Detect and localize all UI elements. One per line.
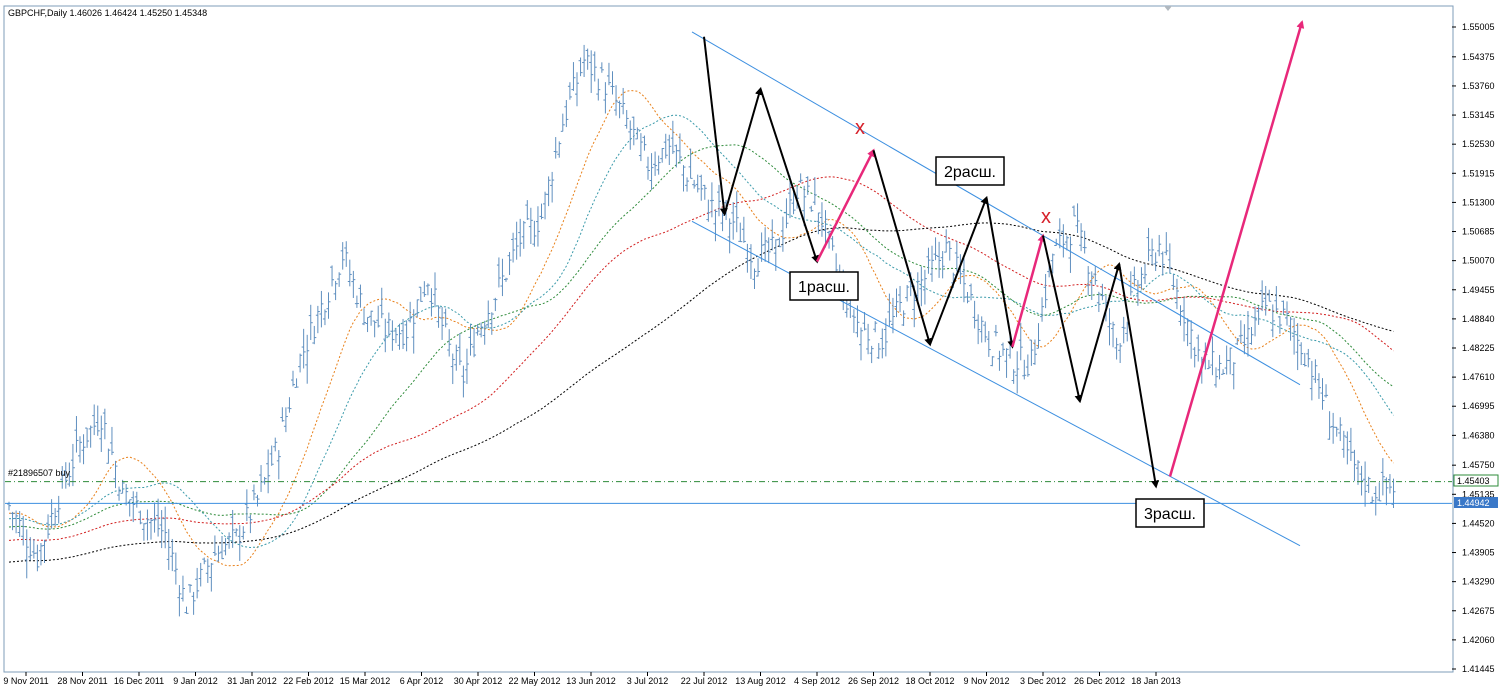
y-tick-label: 1.51915 (1462, 168, 1495, 178)
y-tick-label: 1.44520 (1462, 518, 1495, 528)
window-title: GBPCHF,Daily 1.46026 1.46424 1.45250 1.4… (8, 8, 207, 18)
x-tick-label: 22 May 2012 (508, 676, 560, 686)
x-tick-label: 22 Feb 2012 (283, 676, 334, 686)
y-tick-label: 1.46995 (1462, 401, 1495, 411)
price-chart[interactable]: 1.55005 1.54375 1.53760 1.53145 1.52530 1.519… (0, 0, 1500, 693)
y-tick-label: 1.45750 (1462, 460, 1495, 470)
cross-mark-2: x (1041, 206, 1051, 228)
y-tick-label: 1.50685 (1462, 227, 1495, 237)
x-tick-label: 9 Nov 2012 (963, 676, 1009, 686)
x-tick-label: 13 Aug 2012 (735, 676, 786, 686)
y-tick-label: 1.49455 (1462, 285, 1495, 295)
order-price-tag: 1.45403 (1453, 474, 1499, 487)
label-expansion-1-text: 1расш. (798, 279, 850, 296)
y-tick-label: 1.46380 (1462, 430, 1495, 440)
y-tick-label: 1.42060 (1462, 635, 1495, 645)
label-expansion-3[interactable]: 3расш. (1135, 498, 1205, 528)
x-tick-label: 16 Dec 2011 (114, 676, 164, 686)
x-tick-label: 6 Apr 2012 (400, 676, 444, 686)
x-tick-label: 3 Dec 2012 (1020, 676, 1066, 686)
label-expansion-1[interactable]: 1расш. (789, 271, 859, 301)
x-tick-label: 26 Sep 2012 (848, 676, 899, 686)
label-expansion-2[interactable]: 2расш. (935, 156, 1005, 186)
y-tick-label: 1.52530 (1462, 139, 1495, 149)
chart-window: 1.55005 1.54375 1.53760 1.53145 1.52530 1.519… (0, 0, 1500, 693)
label-expansion-2-text: 2расш. (944, 164, 996, 181)
order-label: #21896507 buy (8, 468, 71, 478)
x-tick-label: 13 Jun 2012 (566, 676, 616, 686)
y-tick-label: 1.53760 (1462, 81, 1495, 91)
cross-mark-1: x (855, 117, 865, 139)
y-tick-label: 1.55005 (1462, 22, 1495, 32)
x-tick-label: 31 Jan 2012 (227, 676, 277, 686)
y-tick-label: 1.47610 (1462, 372, 1495, 382)
y-tick-label: 1.48225 (1462, 343, 1495, 353)
x-tick-label: 18 Oct 2012 (905, 676, 954, 686)
label-expansion-3-text: 3расш. (1144, 506, 1196, 523)
x-tick-label: 3 Jul 2012 (627, 676, 669, 686)
y-tick-label: 1.42675 (1462, 606, 1495, 616)
y-tick-label: 1.50070 (1462, 256, 1495, 266)
x-tick-label: 28 Nov 2011 (57, 676, 107, 686)
x-tick-label: 9 Nov 2011 (3, 676, 48, 686)
x-tick-label: 9 Jan 2012 (173, 676, 218, 686)
y-tick-label: 1.51300 (1462, 197, 1495, 207)
chart-background (0, 0, 1500, 693)
y-tick-label: 1.41445 (1462, 664, 1495, 674)
x-tick-label: 15 Mar 2012 (340, 676, 391, 686)
y-tick-label: 1.48840 (1462, 314, 1495, 324)
current-price-text: 1.44942 (1457, 498, 1490, 508)
y-tick-label: 1.43905 (1462, 548, 1495, 558)
x-tick-label: 4 Sep 2012 (794, 676, 840, 686)
x-tick-label: 18 Jan 2013 (1131, 676, 1181, 686)
y-tick-label: 1.54375 (1462, 52, 1495, 62)
x-tick-label: 30 Apr 2012 (454, 676, 503, 686)
x-tick-label: 26 Dec 2012 (1074, 676, 1125, 686)
y-tick-label: 1.43290 (1462, 577, 1495, 587)
order-price-text: 1.45403 (1457, 476, 1490, 486)
x-tick-label: 22 Jul 2012 (681, 676, 728, 686)
y-tick-label: 1.53145 (1462, 110, 1495, 120)
current-price-tag: 1.44942 (1454, 497, 1498, 508)
